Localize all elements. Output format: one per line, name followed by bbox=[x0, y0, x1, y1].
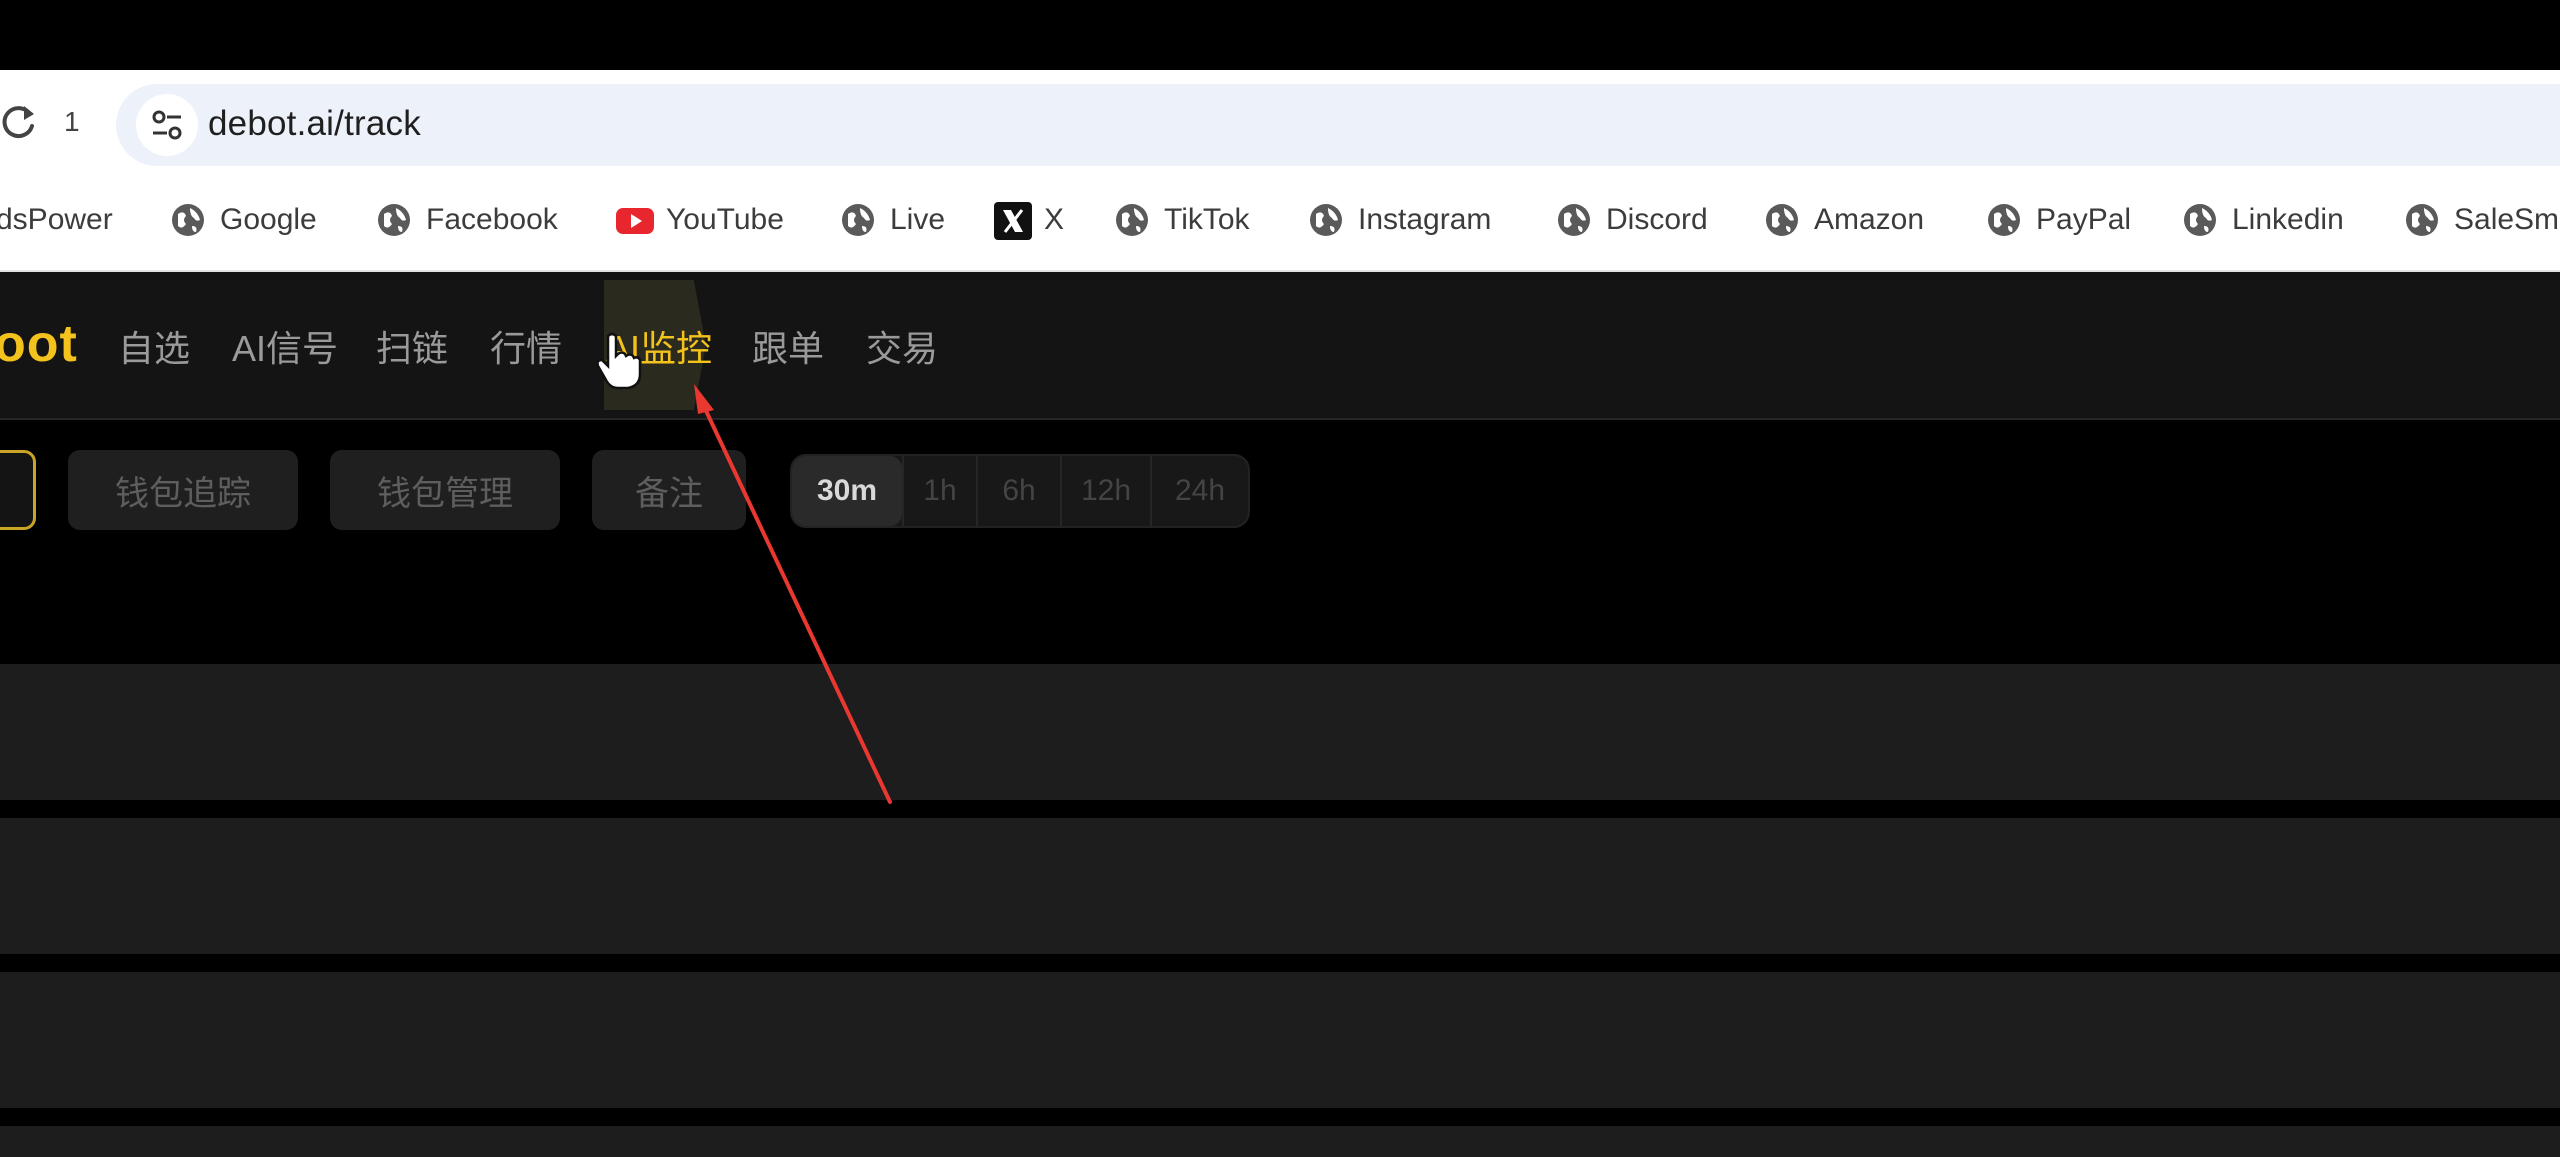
nav-item-market[interactable]: 行情 bbox=[490, 320, 562, 372]
screen: 1 debot.ai/track dsPower Google Facebook… bbox=[0, 0, 2560, 1157]
globe-icon bbox=[1986, 202, 2022, 238]
filter-button-active[interactable] bbox=[0, 450, 36, 530]
bookmark-label: YouTube bbox=[666, 203, 784, 236]
time-range-selector: 30m 1h 6h 12h 24h bbox=[790, 454, 1250, 528]
globe-icon bbox=[2182, 202, 2218, 238]
time-range-24h[interactable]: 24h bbox=[1150, 456, 1248, 526]
reload-icon[interactable] bbox=[0, 100, 38, 144]
bookmark-label: Instagram bbox=[1358, 203, 1492, 236]
globe-icon bbox=[1308, 202, 1344, 238]
app-logo[interactable]: oot bbox=[0, 314, 78, 374]
site-settings-icon[interactable] bbox=[136, 94, 198, 156]
time-range-12h[interactable]: 12h bbox=[1060, 456, 1150, 526]
bookmark-google[interactable]: Google bbox=[170, 198, 317, 242]
tab-count: 1 bbox=[64, 106, 80, 137]
wallet-management-button[interactable]: 钱包管理 bbox=[330, 450, 560, 530]
youtube-icon bbox=[616, 202, 654, 238]
bookmark-label: SaleSm bbox=[2454, 203, 2560, 236]
bookmark-label: dsPower bbox=[0, 203, 113, 236]
bookmark-adspower[interactable]: dsPower bbox=[0, 198, 113, 242]
bookmark-salesm[interactable]: SaleSm bbox=[2404, 198, 2559, 242]
bookmark-label: Amazon bbox=[1814, 203, 1925, 236]
time-range-30m[interactable]: 30m bbox=[792, 456, 902, 526]
bookmark-label: X bbox=[1044, 203, 1065, 236]
bookmark-instagram[interactable]: Instagram bbox=[1308, 198, 1491, 242]
app-header: oot 自选 AI信号 扫链 行情 AI监控 跟单 交易 bbox=[0, 272, 2560, 420]
globe-icon bbox=[170, 202, 206, 238]
nav-item-ai-signal[interactable]: AI信号 bbox=[232, 320, 338, 372]
table-row[interactable] bbox=[0, 664, 2560, 800]
bookmark-label: Discord bbox=[1606, 203, 1708, 236]
bookmark-amazon[interactable]: Amazon bbox=[1764, 198, 1924, 242]
bookmarks-bar: dsPower Google Facebook YouTube Live X T… bbox=[0, 170, 2560, 272]
bookmark-paypal[interactable]: PayPal bbox=[1986, 198, 2131, 242]
time-range-1h[interactable]: 1h bbox=[902, 456, 976, 526]
bookmark-label: Live bbox=[890, 203, 946, 236]
nav-item-trade[interactable]: 交易 bbox=[866, 320, 938, 372]
bookmark-label: Facebook bbox=[426, 203, 558, 236]
nav-item-watchlist[interactable]: 自选 bbox=[118, 320, 190, 372]
hand-cursor-icon bbox=[596, 332, 642, 390]
bookmark-facebook[interactable]: Facebook bbox=[376, 198, 558, 242]
wallet-tracking-button[interactable]: 钱包追踪 bbox=[68, 450, 298, 530]
url-text[interactable]: debot.ai/track bbox=[208, 104, 421, 144]
globe-icon bbox=[1764, 202, 1800, 238]
x-logo-icon bbox=[994, 202, 1032, 240]
globe-icon bbox=[1114, 202, 1150, 238]
table-row[interactable] bbox=[0, 972, 2560, 1108]
bookmark-label: PayPal bbox=[2036, 203, 2132, 236]
bookmark-label: Google bbox=[220, 203, 317, 236]
globe-icon bbox=[1556, 202, 1592, 238]
globe-icon bbox=[2404, 202, 2440, 238]
bookmark-tiktok[interactable]: TikTok bbox=[1114, 198, 1250, 242]
table-row[interactable] bbox=[0, 818, 2560, 954]
globe-icon bbox=[376, 202, 412, 238]
globe-icon bbox=[840, 202, 876, 238]
omnibox[interactable]: debot.ai/track bbox=[116, 84, 2560, 166]
bookmark-label: Linkedin bbox=[2232, 203, 2344, 236]
bookmark-linkedin[interactable]: Linkedin bbox=[2182, 198, 2344, 242]
nav-item-scan-chain[interactable]: 扫链 bbox=[376, 320, 448, 372]
top-black-strip bbox=[0, 0, 2560, 70]
nav-item-copy-trade[interactable]: 跟单 bbox=[752, 320, 824, 372]
bookmark-live[interactable]: Live bbox=[840, 198, 945, 242]
table-row[interactable] bbox=[0, 1126, 2560, 1157]
notes-button[interactable]: 备注 bbox=[592, 450, 746, 530]
filter-toolbar: 钱包追踪 钱包管理 备注 30m 1h 6h 12h 24h bbox=[0, 420, 2560, 660]
bookmark-youtube[interactable]: YouTube bbox=[616, 198, 784, 242]
time-range-6h[interactable]: 6h bbox=[976, 456, 1060, 526]
bookmark-discord[interactable]: Discord bbox=[1556, 198, 1708, 242]
bookmark-x[interactable]: X bbox=[994, 198, 1064, 242]
bookmark-label: TikTok bbox=[1164, 203, 1250, 236]
